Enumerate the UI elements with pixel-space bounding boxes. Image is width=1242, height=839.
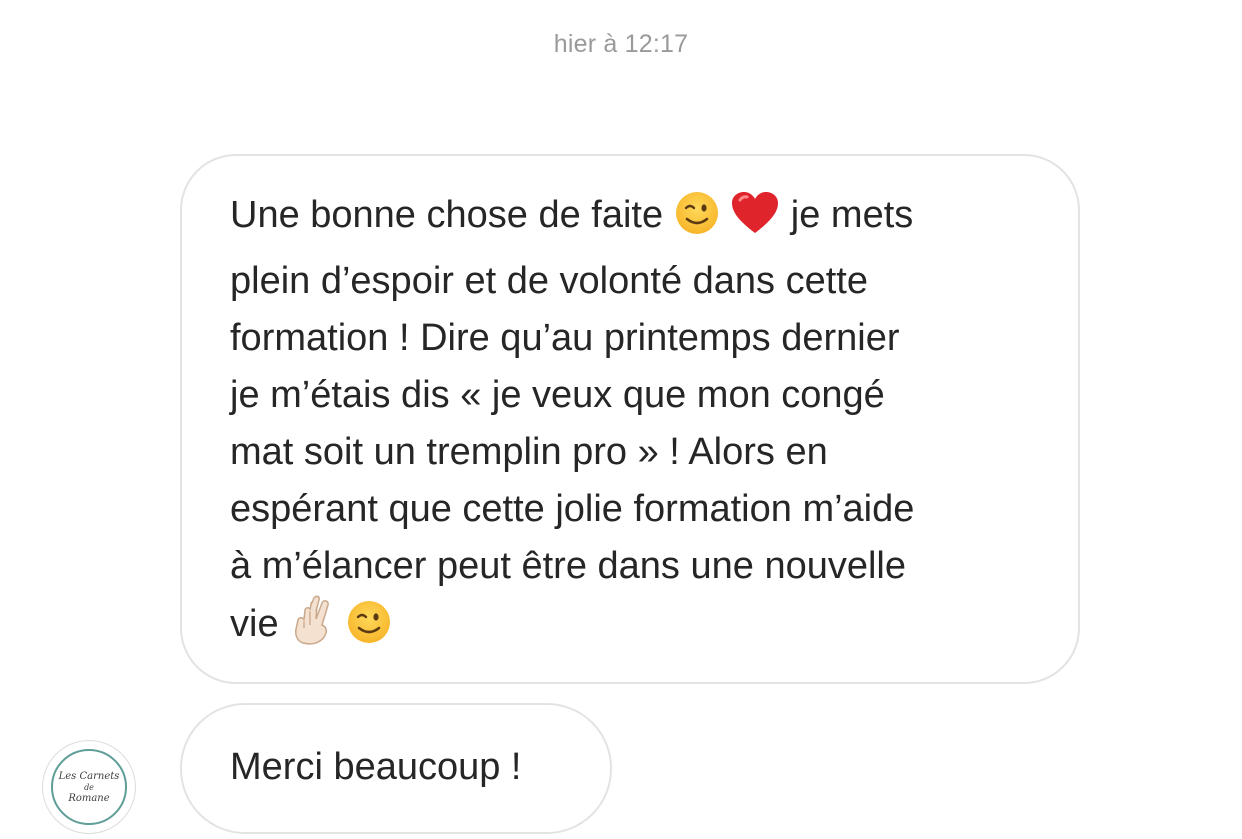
message-bubble-received[interactable]: Une bonne chose de faite je mets plein d… (180, 154, 1080, 684)
message-line: plein d’espoir et de volonté dans cette (230, 260, 868, 302)
message-line: vie (230, 595, 1038, 662)
message-line: espérant que cette jolie formation m’aid… (230, 488, 915, 530)
message-line: mat soit un tremplin pro » ! Alors en (230, 431, 828, 473)
avatar-logo-text: Romane (68, 792, 110, 804)
winking-face-icon (674, 190, 720, 253)
message-bubble-received[interactable]: Merci beaucoup ! (180, 703, 612, 834)
message-line: je m’étais dis « je veux que mon congé (230, 374, 885, 416)
red-heart-icon (730, 190, 780, 253)
winking-face-icon (346, 599, 392, 662)
avatar[interactable]: Les Carnets de Romane (42, 740, 136, 834)
message-line: formation ! Dire qu’au printemps dernier (230, 317, 900, 359)
avatar-logo: Les Carnets de Romane (51, 749, 127, 825)
avatar-logo-text: de (84, 782, 94, 792)
crossed-fingers-icon (289, 595, 335, 662)
message-line: à m’élancer peut être dans une nouvelle (230, 545, 907, 587)
message-timestamp: hier à 12:17 (553, 30, 689, 58)
message-text: Merci beaucoup ! (230, 746, 522, 788)
avatar-logo-text: Les Carnets (58, 770, 120, 782)
message-line: Une bonne chose de faite je mets (230, 187, 1038, 253)
